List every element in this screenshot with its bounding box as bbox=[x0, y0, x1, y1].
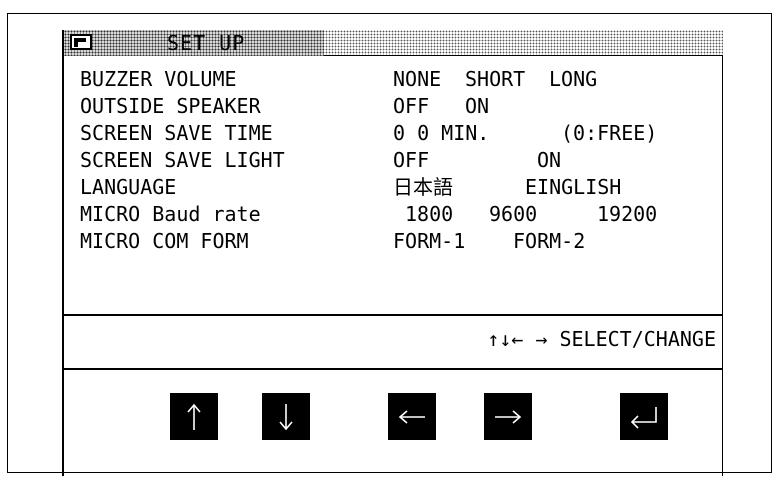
option-baud-19200[interactable]: 19200 bbox=[597, 201, 657, 228]
settings-list: BUZZER VOLUME NONE SHORT LONG OUTSIDE SP… bbox=[80, 66, 720, 255]
divider bbox=[64, 314, 723, 316]
setting-row-screen-save-time: SCREEN SAVE TIME 0 0 MIN. (0:FREE) bbox=[80, 120, 720, 147]
option-off[interactable]: OFF bbox=[393, 93, 429, 120]
setting-row-buzzer-volume: BUZZER VOLUME NONE SHORT LONG bbox=[80, 66, 720, 93]
setting-label: SCREEN SAVE TIME bbox=[80, 121, 273, 145]
screen-save-time-value[interactable]: 0 0 MIN. bbox=[393, 120, 489, 147]
option-on[interactable]: ON bbox=[537, 147, 561, 174]
down-arrow-button[interactable] bbox=[262, 393, 310, 440]
option-form-2[interactable]: FORM-2 bbox=[513, 228, 585, 255]
up-arrow-button[interactable] bbox=[170, 393, 218, 440]
option-off[interactable]: OFF bbox=[393, 147, 429, 174]
screen-save-time-note: (0:FREE) bbox=[561, 121, 658, 145]
setting-label: OUTSIDE SPEAKER bbox=[80, 94, 261, 118]
option-baud-9600[interactable]: 9600 bbox=[489, 201, 537, 228]
setting-row-baud-rate: MICRO Baud rate 1800 9600 19200 bbox=[80, 201, 720, 228]
setting-label: SCREEN SAVE LIGHT bbox=[80, 148, 285, 172]
setup-screen: SET UP BUZZER VOLUME NONE SHORT LONG OUT… bbox=[62, 30, 723, 476]
setting-label: MICRO COM FORM bbox=[80, 229, 249, 253]
setting-row-screen-save-light: SCREEN SAVE LIGHT OFF ON bbox=[80, 147, 720, 174]
setting-row-outside-speaker: OUTSIDE SPEAKER OFF ON bbox=[80, 93, 720, 120]
option-english[interactable]: EINGLISH bbox=[525, 174, 621, 201]
setting-label: MICRO Baud rate bbox=[80, 202, 261, 226]
option-long[interactable]: LONG bbox=[549, 66, 597, 93]
option-on[interactable]: ON bbox=[465, 93, 489, 120]
divider bbox=[64, 368, 723, 370]
left-arrow-button[interactable] bbox=[388, 393, 436, 440]
left-arrow-icon bbox=[398, 409, 425, 424]
select-change-hint: ↑↓← → SELECT/CHANGE bbox=[487, 327, 716, 351]
setting-label: LANGUAGE bbox=[80, 175, 177, 199]
enter-icon bbox=[630, 406, 657, 429]
setting-label: BUZZER VOLUME bbox=[80, 67, 237, 91]
option-baud-1800[interactable]: 1800 bbox=[405, 201, 453, 228]
right-arrow-icon bbox=[495, 409, 522, 424]
right-arrow-button[interactable] bbox=[484, 393, 532, 440]
title-bar: SET UP bbox=[64, 30, 723, 56]
menu-corner-icon[interactable] bbox=[70, 34, 92, 50]
setting-row-com-form: MICRO COM FORM FORM-1 FORM-2 bbox=[80, 228, 720, 255]
option-none[interactable]: NONE bbox=[393, 66, 441, 93]
bottom-rule bbox=[64, 472, 723, 473]
down-arrow-icon bbox=[279, 403, 293, 430]
up-arrow-icon bbox=[187, 403, 201, 430]
option-japanese[interactable]: 日本語 bbox=[393, 174, 453, 201]
setting-row-language: LANGUAGE 日本語 EINGLISH bbox=[80, 174, 720, 201]
page-title: SET UP bbox=[167, 31, 246, 55]
option-short[interactable]: SHORT bbox=[465, 66, 525, 93]
option-form-1[interactable]: FORM-1 bbox=[393, 228, 465, 255]
enter-button[interactable] bbox=[620, 393, 668, 440]
